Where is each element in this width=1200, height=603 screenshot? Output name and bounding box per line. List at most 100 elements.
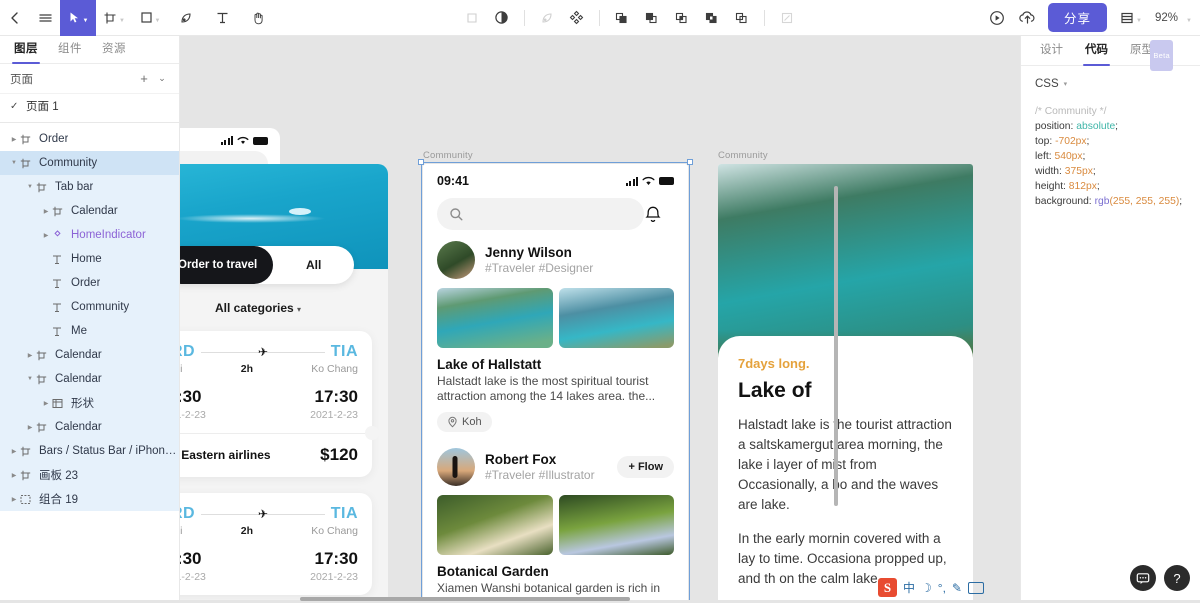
frame-tool-button[interactable]: ▼ [96,0,132,36]
text-tool-button[interactable] [204,0,240,36]
order-segmented-control[interactable]: Order to travel All [162,246,354,284]
flatten-tool-button[interactable] [727,0,757,36]
layer-item-community[interactable]: Community [0,295,179,319]
post-photo[interactable] [558,288,674,348]
moon-icon[interactable]: ☽ [921,581,932,595]
post-photo[interactable] [437,495,553,555]
chevron-down-icon[interactable]: ▼ [1136,18,1142,24]
layer-item-order[interactable]: ▶ Order [0,127,179,151]
frame-label-community-detail[interactable]: Community [718,150,768,161]
canvas-vertical-scrollbar[interactable] [834,186,838,506]
component-tool-button[interactable] [562,0,592,36]
chevron-down-icon[interactable]: ▼ [83,18,89,24]
css-language-selector[interactable]: CSS ▾ [1021,66,1200,90]
upload-button[interactable] [1012,0,1042,36]
back-button[interactable] [0,0,30,36]
layer-item-19[interactable]: ▶ 组合 19 [0,487,179,511]
avatar[interactable] [437,241,475,279]
chevron-down-icon[interactable]: ▼ [8,160,20,166]
zoom-chevron-down-icon[interactable]: ▼ [1186,18,1192,24]
tab-code[interactable]: 代码 [1074,36,1119,66]
tab-components[interactable]: 组件 [48,36,92,63]
code-line: height: 812px; [1035,179,1200,194]
pen-tool-button[interactable] [168,0,204,36]
chevron-right-icon[interactable]: ▶ [40,400,52,407]
layer-item-calendar[interactable]: ▶ Calendar [0,415,179,439]
share-button[interactable]: 分享 [1048,3,1108,32]
chevron-right-icon[interactable]: ▶ [24,352,36,359]
follow-button[interactable]: + Flow [617,456,674,478]
segment-all[interactable]: All [273,258,354,272]
sogou-logo-icon[interactable]: S [878,578,897,597]
boolean-tool-button[interactable] [532,0,562,36]
notification-bell-icon[interactable] [644,205,674,224]
layer-item-bars-status-bar-iphone[interactable]: ▶ Bars / Status Bar / iPhone... [0,439,179,463]
exclude-tool-button[interactable] [697,0,727,36]
chevron-down-icon[interactable]: ▼ [119,18,125,24]
move-tool-button[interactable]: ▼ [60,0,96,36]
post-user-row[interactable]: Jenny Wilson #Traveler #Designer [423,230,688,279]
chevron-down-icon[interactable]: ▼ [24,376,36,382]
tab-prototype[interactable]: 原型 Beta [1119,36,1173,71]
chevron-right-icon[interactable]: ▶ [8,136,20,143]
layer-item-me[interactable]: Me [0,319,179,343]
question-mark-icon[interactable]: ? [1164,565,1190,591]
post-location-tag[interactable]: Koh [437,412,492,432]
css-code-block[interactable]: /* Community */ position: absolute; top:… [1021,90,1200,209]
tab-design[interactable]: 设计 [1029,36,1074,65]
page-item[interactable]: ✓ 页面 1 [0,94,179,118]
canvas-frame-community-detail[interactable]: 7days long. Lake of Halstadt lake is the… [718,164,973,603]
chevron-right-icon[interactable]: ▶ [40,232,52,239]
layout-panel-button[interactable]: ▼ [1113,0,1149,36]
search-input[interactable] [437,198,644,230]
scale-tool-button[interactable] [457,0,487,36]
pen-icon[interactable]: ✎ [952,581,962,595]
layer-item-calendar[interactable]: ▶ Calendar [0,343,179,367]
selection-handle-tl[interactable] [418,159,424,165]
layer-item-order[interactable]: Order [0,271,179,295]
keyboard-icon[interactable] [967,581,984,594]
chat-bubble-icon[interactable] [1130,565,1156,591]
subtract-tool-button[interactable] [637,0,667,36]
avatar[interactable] [437,448,475,486]
frame-label-community[interactable]: Community [423,150,473,161]
play-preview-button[interactable] [982,0,1012,36]
chevron-right-icon[interactable]: ▶ [8,472,20,479]
layer-item-community[interactable]: ▼ Community [0,151,179,175]
post-photo[interactable] [437,288,553,348]
layer-tree[interactable]: ▶ Order ▼ Community ▼ Tab bar ▶ Calendar ▶ HomeIn… [0,123,179,603]
chevron-right-icon[interactable]: ▶ [8,496,20,503]
layer-item-calendar[interactable]: ▼ Calendar [0,367,179,391]
canvas-frame-community[interactable]: 09:41 Jenny Wilson #Traveler #Designer L… [423,164,688,603]
ime-toolbar[interactable]: S 中 ☽ °, ✎ [878,578,984,597]
intersect-tool-button[interactable] [667,0,697,36]
layer-item-tab-bar[interactable]: ▼ Tab bar [0,175,179,199]
main-menu-button[interactable] [30,0,60,36]
chevron-right-icon[interactable]: ▶ [40,208,52,215]
layer-item-23[interactable]: ▶ 画板 23 [0,463,179,487]
chevron-right-icon[interactable]: ▶ [8,448,20,455]
hand-tool-button[interactable] [240,0,276,36]
zoom-level-label[interactable]: 92% [1155,12,1178,24]
shape-tool-button[interactable]: ▼ [132,0,168,36]
chevron-down-icon[interactable]: ⌄ [153,73,171,84]
post-photo[interactable] [558,495,674,555]
layer-item-[interactable]: ▶ 形状 [0,391,179,415]
punctuation-icon[interactable]: °, [938,581,946,595]
tab-layers[interactable]: 图层 [4,36,48,64]
tab-resources[interactable]: 资源 [92,36,136,63]
ime-mode-chinese[interactable]: 中 [903,579,915,596]
union-tool-button[interactable] [607,0,637,36]
plus-icon[interactable]: + [135,71,153,86]
chevron-right-icon[interactable]: ▶ [24,424,36,431]
canvas-horizontal-scrollbar[interactable] [300,597,630,601]
crop-tool-button[interactable] [772,0,802,36]
layer-item-calendar[interactable]: ▶ Calendar [0,199,179,223]
layer-item-home[interactable]: Home [0,247,179,271]
chevron-down-icon[interactable]: ▼ [155,18,161,24]
post-user-row[interactable]: Robert Fox #Traveler #Illustrator + Flow [423,432,688,486]
layer-item-homeindicator[interactable]: ▶ HomeIndicator [0,223,179,247]
selection-handle-tr[interactable] [687,159,693,165]
mask-tool-button[interactable] [487,0,517,36]
chevron-down-icon[interactable]: ▼ [24,184,36,190]
